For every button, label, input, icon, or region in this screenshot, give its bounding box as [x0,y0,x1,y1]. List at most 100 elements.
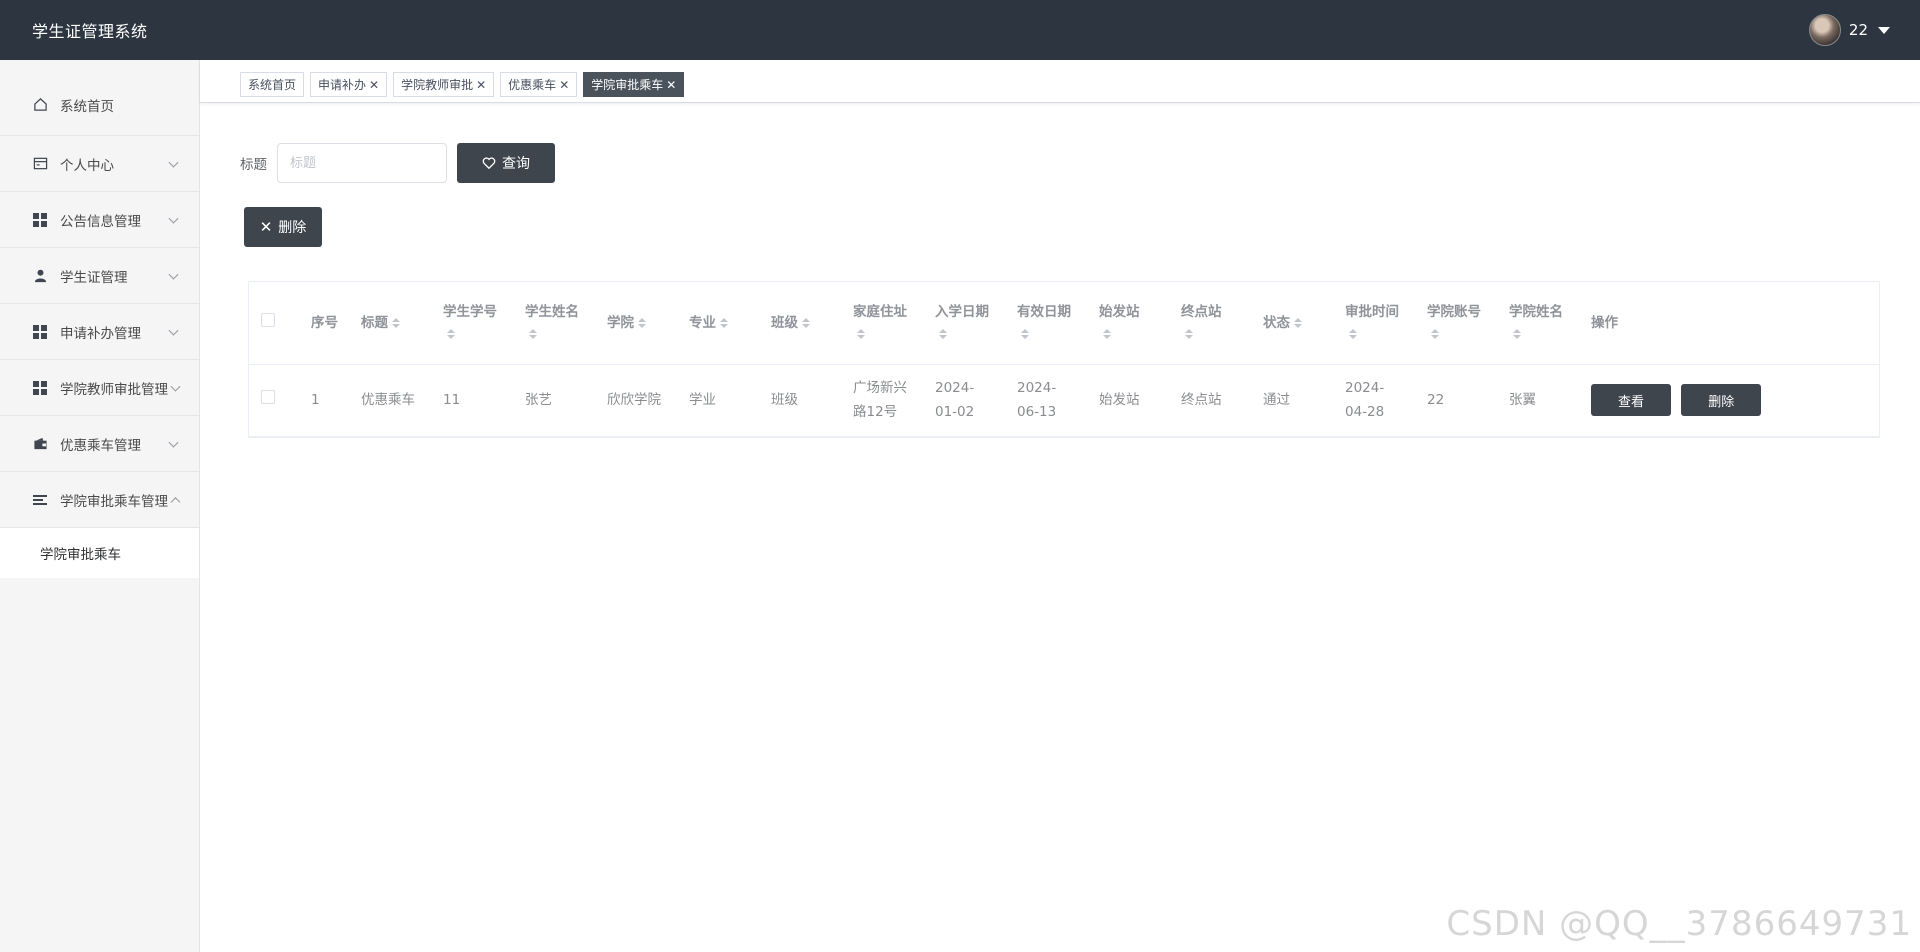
sort-icon[interactable] [638,317,646,328]
column-header[interactable]: 学生学号 [431,282,513,365]
cell-valid-date: 2024-06-13 [1005,364,1087,437]
table-row: 1 优惠乘车 11 张艺 欣欣学院 学业 班级 广场新兴路12号 2024-01… [249,364,1879,437]
tab-label: 申请补办 [318,78,367,92]
sort-icon[interactable] [720,317,728,328]
tab-label: 系统首页 [248,78,297,92]
sidebar-subitem-college-approval-ride[interactable]: 学院审批乘车 [0,528,199,578]
column-header[interactable]: 状态 [1251,282,1333,365]
sort-icon[interactable] [1294,317,1302,328]
sidebar-item-label: 学院教师审批管理 [60,381,168,398]
heart-icon [482,157,496,170]
search-label: 标题 [240,157,267,173]
view-button[interactable]: 查看 [1591,384,1671,416]
column-header[interactable]: 学生姓名 [513,282,595,365]
watermark: CSDN @QQ__3786649731 [1446,904,1912,944]
avatar[interactable] [1808,14,1841,46]
sidebar-item-personal-center[interactable]: 个人中心 [0,136,199,192]
cell-college-name: 张翼 [1497,364,1579,437]
user-icon [32,268,48,284]
cell-end-station: 终点站 [1169,364,1251,437]
sort-icon[interactable] [857,328,865,339]
cell-start-station: 始发站 [1087,364,1169,437]
close-icon[interactable]: ✕ [369,78,379,92]
sidebar-item-label: 个人中心 [60,157,114,174]
wallet-icon [32,436,48,452]
column-header: 操作 [1579,282,1879,365]
column-header[interactable]: 始发站 [1087,282,1169,365]
cell-actions: 查看 删除 [1579,364,1879,437]
tab-discount-ride[interactable]: 优惠乘车 ✕ [500,72,578,97]
sort-icon[interactable] [939,328,947,339]
chevron-down-icon [168,213,179,224]
batch-delete-button[interactable]: ✕ 删除 [244,207,322,247]
card-icon [32,156,48,172]
tab-college-approval-ride[interactable]: 学院审批乘车 ✕ [583,72,685,97]
sort-icon[interactable] [1431,328,1439,339]
sort-icon[interactable] [802,317,810,328]
tabs-bar: 系统首页 申请补办 ✕ 学院教师审批 ✕ 优惠乘车 ✕ 学院审批乘车 ✕ [200,60,1920,103]
cell-address: 广场新兴路12号 [841,364,923,437]
column-header[interactable]: 入学日期 [923,282,1005,365]
sort-icon[interactable] [392,317,400,328]
tab-label: 学院教师审批 [401,78,474,92]
sidebar-item-student-card[interactable]: 学生证管理 [0,248,199,304]
close-icon[interactable]: ✕ [559,78,569,92]
close-icon[interactable]: ✕ [666,78,676,92]
chevron-down-icon [168,157,179,168]
column-header[interactable]: 班级 [759,282,841,365]
grid-icon [32,212,48,228]
sidebar-item-label: 优惠乘车管理 [60,437,141,454]
sidebar-item-home[interactable]: 系统首页 [0,60,199,136]
sidebar-item-college-approval-ride[interactable]: 学院审批乘车管理 [0,472,199,528]
delete-button[interactable]: 删除 [1681,384,1762,416]
sidebar-item-label: 学生证管理 [60,269,128,286]
sidebar-item-reissue[interactable]: 申请补办管理 [0,304,199,360]
search-form: 标题 查询 [240,143,555,183]
sort-icon[interactable] [1103,328,1111,339]
title-search-input[interactable] [277,143,447,183]
column-header[interactable]: 审批时间 [1333,282,1415,365]
cell-student-no: 11 [431,364,513,437]
close-icon[interactable]: ✕ [476,78,486,92]
sort-icon[interactable] [1185,328,1193,339]
sidebar-item-notice[interactable]: 公告信息管理 [0,192,199,248]
chevron-down-icon [168,437,179,448]
sidebar: 系统首页 个人中心 公告信息管理 学生证管理 申请补办管理 学院教师审批管理 优… [0,60,200,952]
tab-teacher-approval[interactable]: 学院教师审批 ✕ [393,72,495,97]
user-menu[interactable]: 22 [1808,14,1890,46]
sort-icon[interactable] [529,328,537,339]
column-header[interactable]: 家庭住址 [841,282,923,365]
delete-button-label: 删除 [278,220,307,236]
cell-approve-time: 2024-04-28 [1333,364,1415,437]
cell-enroll-date: 2024-01-02 [923,364,1005,437]
column-header[interactable]: 标题 [349,282,431,365]
query-button[interactable]: 查询 [457,143,555,183]
select-all-checkbox[interactable] [261,312,275,327]
caret-down-icon[interactable] [1878,26,1890,34]
data-table: 序号 标题 学生学号 学生姓名 学院 专业 班级 家庭住址 入学日期 有效日期 … [248,281,1880,438]
select-all-cell[interactable] [249,282,299,365]
column-header[interactable]: 有效日期 [1005,282,1087,365]
sidebar-item-discount-ride[interactable]: 优惠乘车管理 [0,416,199,472]
tab-label: 学院审批乘车 [591,78,664,92]
column-header[interactable]: 专业 [677,282,759,365]
sort-icon[interactable] [1021,328,1029,339]
tab-home[interactable]: 系统首页 [240,72,305,97]
row-select-cell[interactable] [249,364,299,437]
column-header[interactable]: 学院姓名 [1497,282,1579,365]
sort-icon[interactable] [447,328,455,339]
row-checkbox[interactable] [261,390,275,404]
close-icon: ✕ [259,218,273,236]
column-header[interactable]: 学院 [595,282,677,365]
sort-icon[interactable] [1349,328,1357,339]
query-button-label: 查询 [502,156,530,172]
sidebar-item-label: 申请补办管理 [60,325,141,342]
username[interactable]: 22 [1849,21,1868,39]
column-header[interactable]: 终点站 [1169,282,1251,365]
column-header[interactable]: 学院账号 [1415,282,1497,365]
list-icon [32,492,48,508]
cell-index: 1 [299,364,349,437]
sidebar-item-teacher-approval[interactable]: 学院教师审批管理 [0,360,199,416]
sort-icon[interactable] [1513,328,1521,339]
tab-reissue[interactable]: 申请补办 ✕ [310,72,388,97]
